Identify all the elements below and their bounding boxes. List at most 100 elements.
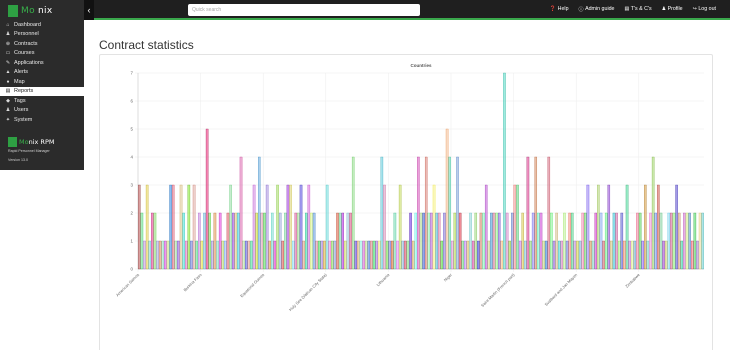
bar <box>508 240 511 270</box>
bar <box>192 184 196 270</box>
y-tick-label: 6 <box>131 99 134 104</box>
bar <box>435 212 438 270</box>
toplink-log-out[interactable]: ↪ Log out <box>693 6 716 12</box>
bar <box>432 184 436 270</box>
bar <box>289 184 292 270</box>
quick-search-input[interactable] <box>188 4 420 16</box>
bar <box>701 212 704 270</box>
bar <box>610 240 613 270</box>
bar <box>677 212 681 270</box>
bar <box>231 212 235 270</box>
toplink-label: Log out <box>698 6 716 12</box>
bar <box>258 156 261 270</box>
bar <box>534 156 538 270</box>
bar <box>518 240 522 270</box>
bar <box>662 240 665 270</box>
bar <box>375 240 378 270</box>
app-window: Mo nix ⌂ Dashboard ♟ Personnel ⊕ Contracts ▭ Co… <box>0 0 730 350</box>
x-tick-label: Burkina Faso <box>182 272 203 293</box>
monix-logo[interactable]: Mo nix <box>8 4 52 18</box>
bar <box>505 212 509 270</box>
bar <box>268 240 271 270</box>
bar <box>336 212 339 270</box>
contracts-icon: ⊕ <box>5 40 11 47</box>
bar <box>250 240 253 270</box>
sidebar-item-applications[interactable]: ✎ Applications <box>0 58 84 68</box>
bar <box>357 240 360 270</box>
bar <box>164 240 167 270</box>
bar <box>185 240 188 270</box>
sidebar-item-users[interactable]: ♟ Users <box>0 106 84 116</box>
bar <box>291 240 295 270</box>
bar <box>284 212 287 270</box>
sidebar-item-personnel[interactable]: ♟ Personnel <box>0 30 84 40</box>
sidebar-item-tags[interactable]: ◆ Tags <box>0 96 84 106</box>
bar <box>414 212 418 270</box>
bar <box>664 240 668 270</box>
bar <box>584 212 587 270</box>
bar <box>213 212 217 270</box>
bar <box>271 212 274 270</box>
bar <box>571 212 574 270</box>
bar <box>602 240 605 270</box>
bar <box>307 184 311 270</box>
sidebar-item-system[interactable]: ✦ System <box>0 115 84 125</box>
bar <box>151 212 154 270</box>
bar <box>563 212 566 270</box>
bar <box>657 184 660 270</box>
bar <box>683 212 686 270</box>
bar <box>594 212 598 270</box>
toplink-profile[interactable]: ♟ Profile <box>662 6 683 12</box>
bar <box>453 212 457 270</box>
sidebar-item-courses[interactable]: ▭ Courses <box>0 49 84 59</box>
sidebar-item-alerts[interactable]: ▲ Alerts <box>0 68 84 78</box>
bar <box>310 212 313 270</box>
bar <box>542 240 545 270</box>
bar <box>177 240 180 270</box>
bar <box>359 240 363 270</box>
bar <box>351 156 355 270</box>
chart-panel: Countries 0 1 2 3 4 5 6 7 American Samoa Burkina F… <box>99 54 713 350</box>
bar <box>297 212 300 270</box>
countries-bar-chart: Countries 0 1 2 3 4 5 6 7 American Samoa Burkina F… <box>115 63 704 312</box>
bar <box>344 240 347 270</box>
bar <box>341 212 345 270</box>
bar <box>581 212 584 270</box>
bar <box>511 212 514 270</box>
toplink-t-s-c-s[interactable]: ▤ T's & C's <box>625 6 652 12</box>
sidebar-item-reports[interactable]: ▤ Reports <box>0 86 84 96</box>
bar <box>685 212 689 270</box>
bar <box>396 240 399 270</box>
personnel-icon: ♟ <box>5 31 11 38</box>
sidebar-item-label: Map <box>14 78 25 85</box>
bar <box>158 240 162 270</box>
sidebar: Mo nix ⌂ Dashboard ♟ Personnel ⊕ Contracts ▭ Co… <box>0 0 84 170</box>
sidebar-item-label: Tags <box>14 97 26 104</box>
top-links: ❓ Help ⓘ Admin guide ▤ T's & C's ♟ Profile ↪ Log … <box>550 0 716 18</box>
bar <box>174 240 178 270</box>
brand-mark <box>8 137 17 147</box>
x-tick-label: Svalbard and Jan Mayen <box>543 272 578 307</box>
bar <box>531 212 535 270</box>
y-tick-label: 2 <box>131 211 134 216</box>
bar <box>378 240 381 270</box>
bar <box>380 156 384 270</box>
x-tick-label: American Samoa <box>115 272 141 298</box>
sidebar-item-map[interactable]: ● Map <box>0 77 84 87</box>
system-icon: ✦ <box>5 116 11 123</box>
sidebar-item-dashboard[interactable]: ⌂ Dashboard <box>0 20 84 30</box>
bar <box>464 240 467 270</box>
bar <box>641 240 644 270</box>
bar <box>422 212 425 270</box>
toplink-admin-guide[interactable]: ⓘ Admin guide <box>579 6 615 13</box>
bar <box>576 240 579 270</box>
bar <box>529 240 532 270</box>
bar <box>526 156 530 270</box>
sidebar-collapse-button[interactable]: ‹ <box>84 0 94 20</box>
bar <box>263 212 266 270</box>
bar <box>578 240 582 270</box>
toplink-help[interactable]: ❓ Help <box>550 6 569 12</box>
sidebar-item-contracts[interactable]: ⊕ Contracts <box>0 39 84 49</box>
bar <box>649 212 652 270</box>
bar <box>145 184 149 270</box>
